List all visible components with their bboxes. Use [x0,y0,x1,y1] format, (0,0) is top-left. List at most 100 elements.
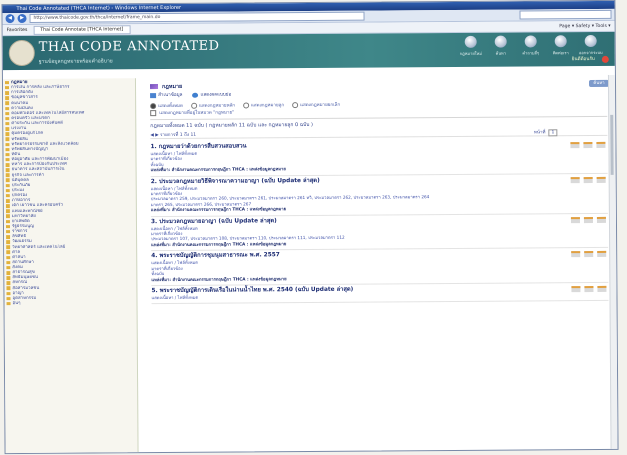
folder-icon [5,178,10,183]
nav-faq[interactable]: คำถามถี่ๆ [519,35,543,56]
folder-icon [5,106,10,111]
result-item: 4. พระราชบัญญัติการชุมนุมสาธารณะ พ.ศ. 25… [151,248,609,287]
print-icon[interactable] [570,142,580,149]
radio-label: แสดงกฎหมายยกเลิก [300,102,341,109]
ie-tools-menu[interactable]: Page ▾ Safety ▾ Tools ▾ [559,23,610,28]
save-icon[interactable] [584,285,594,292]
page-body: กฎหมาย การเงิน การคลัง และภาษีอากร การเลือ… [2,74,618,454]
page-select[interactable]: 1 [548,128,558,136]
folder-icon [6,286,11,291]
filter-radio[interactable]: แสดงกฎหมายลูก [242,101,284,108]
tool-label: แสดงผลแบบย่อ [200,92,232,98]
radio-dot[interactable] [242,101,250,108]
folder-icon [5,101,10,106]
folder-icon [5,158,10,162]
question-icon [524,35,537,48]
top-nav: กฎหมายใหม่ ค้นหา คำถามถี่ๆ ติดต่อเรา ออก… [459,34,603,57]
scrollbar-thumb[interactable] [610,114,614,175]
folder-icon [5,152,10,157]
bookmark-icon[interactable] [597,251,607,258]
filter-radio[interactable]: แสดงกฎหมายยกเลิก [292,101,340,108]
radio-dot[interactable] [150,102,157,109]
scrollbar[interactable] [607,74,618,449]
copy-tool[interactable]: สำเนาข้อมูล [150,91,183,98]
nav-contact[interactable]: ติดต่อเรา [549,35,573,56]
folder-icon [5,214,10,219]
folder-icon [5,122,10,126]
bookmark-icon[interactable] [596,176,606,183]
result-actions [571,251,607,258]
folder-icon [5,127,10,131]
pager-page-label: หน้าที่ [533,129,546,135]
browser-tab[interactable]: Thai Code Annotate [THCA Internet] [33,24,131,35]
category-sidebar: กฎหมาย การเงิน การคลัง และภาษีอากร การเลือ… [2,78,139,454]
nav-new-law[interactable]: กฎหมายใหม่ [459,35,483,57]
nav-logout[interactable]: ออกจากระบบ [579,34,603,56]
folder-icon [6,260,11,265]
result-list: 1. กฎหมายว่าด้วยการสืบสวนสอบสวน แสดงเนื้อ… [150,138,609,305]
back-icon[interactable]: ◀ [5,14,15,24]
folder-icon [6,276,11,280]
folder-icon [6,235,11,239]
result-item: 3. ประมวลกฎหมายอาญา (ฉบับ Update ล่าสุด)… [150,213,609,252]
result-actions [571,285,607,293]
result-actions [570,141,606,149]
radio-dot[interactable] [292,101,299,108]
power-icon[interactable] [601,55,609,63]
forward-icon[interactable]: ▶ [17,13,27,24]
result-item: 2. ประมวลกฎหมายวิธีพิจารณาความอาญา (ฉบับ… [150,173,608,217]
globe-icon [192,92,199,98]
folder-icon [5,224,11,229]
browser-window: Thai Code Annotated (THCA Internet) - Wi… [1,0,619,455]
pen-icon [149,84,159,90]
nav-label: กฎหมายใหม่ [459,50,482,56]
folder-icon [6,255,11,260]
folder-icon [6,229,11,234]
search-icon [494,35,507,48]
folder-icon [5,86,10,90]
folder-icon [5,147,10,152]
folder-icon [6,281,11,285]
folder-icon [5,137,10,141]
category-checkbox[interactable] [150,109,157,116]
folder-icon [5,163,10,167]
checkbox-label: แสดงกฎหมายที่อยู่ในหมวด "กฎหมาย" [159,110,235,117]
folder-icon [5,96,10,100]
folder-icon [6,291,11,296]
bookmark-icon[interactable] [596,216,606,223]
folder-icon [5,199,10,203]
result-source[interactable]: แหล่งที่มา: สำนักงานคณะกรรมการกฤษฎีกา TH… [151,165,548,173]
folder-icon [5,188,10,193]
print-icon[interactable] [571,251,581,258]
nav-label: ติดต่อเรา [552,50,569,56]
url-input[interactable]: http://www.thaicode.gov.th/thca/internet… [29,11,365,23]
folder-icon [5,142,10,147]
go-search-button[interactable]: ค้นหา [588,79,610,88]
folder-icon [6,245,11,249]
folder-icon [4,80,9,85]
folder-icon [6,250,11,255]
print-icon[interactable] [570,176,580,183]
bookmark-icon[interactable] [596,141,606,148]
print-icon[interactable] [571,286,581,293]
site-banner: THAI CODE ANNOTATED ฐานข้อมูลกฎหมายพร้อม… [2,31,615,71]
print-icon[interactable] [570,216,580,223]
save-icon[interactable] [583,142,593,149]
search-input[interactable] [519,9,612,20]
result-source[interactable]: แหล่งที่มา: สำนักงานคณะกรรมการกฤษฎีกา TH… [151,205,548,213]
favorites-button[interactable]: Favorites [7,27,28,32]
folder-icon [5,183,10,188]
bookmark-icon[interactable] [597,285,607,292]
folder-icon [5,132,10,136]
folder-icon [5,219,10,224]
sidebar-item[interactable]: อื่นๆ [6,300,137,306]
save-icon[interactable] [583,176,593,183]
nav-label: คำถามถี่ๆ [522,50,540,56]
radio-dot[interactable] [190,102,197,109]
save-icon[interactable] [584,251,594,258]
summary-tool[interactable]: แสดงผลแบบย่อ [192,91,231,98]
folder-icon [6,296,11,301]
folder-icon [5,116,10,121]
nav-search[interactable]: ค้นหา [489,35,513,57]
save-icon[interactable] [583,216,593,223]
